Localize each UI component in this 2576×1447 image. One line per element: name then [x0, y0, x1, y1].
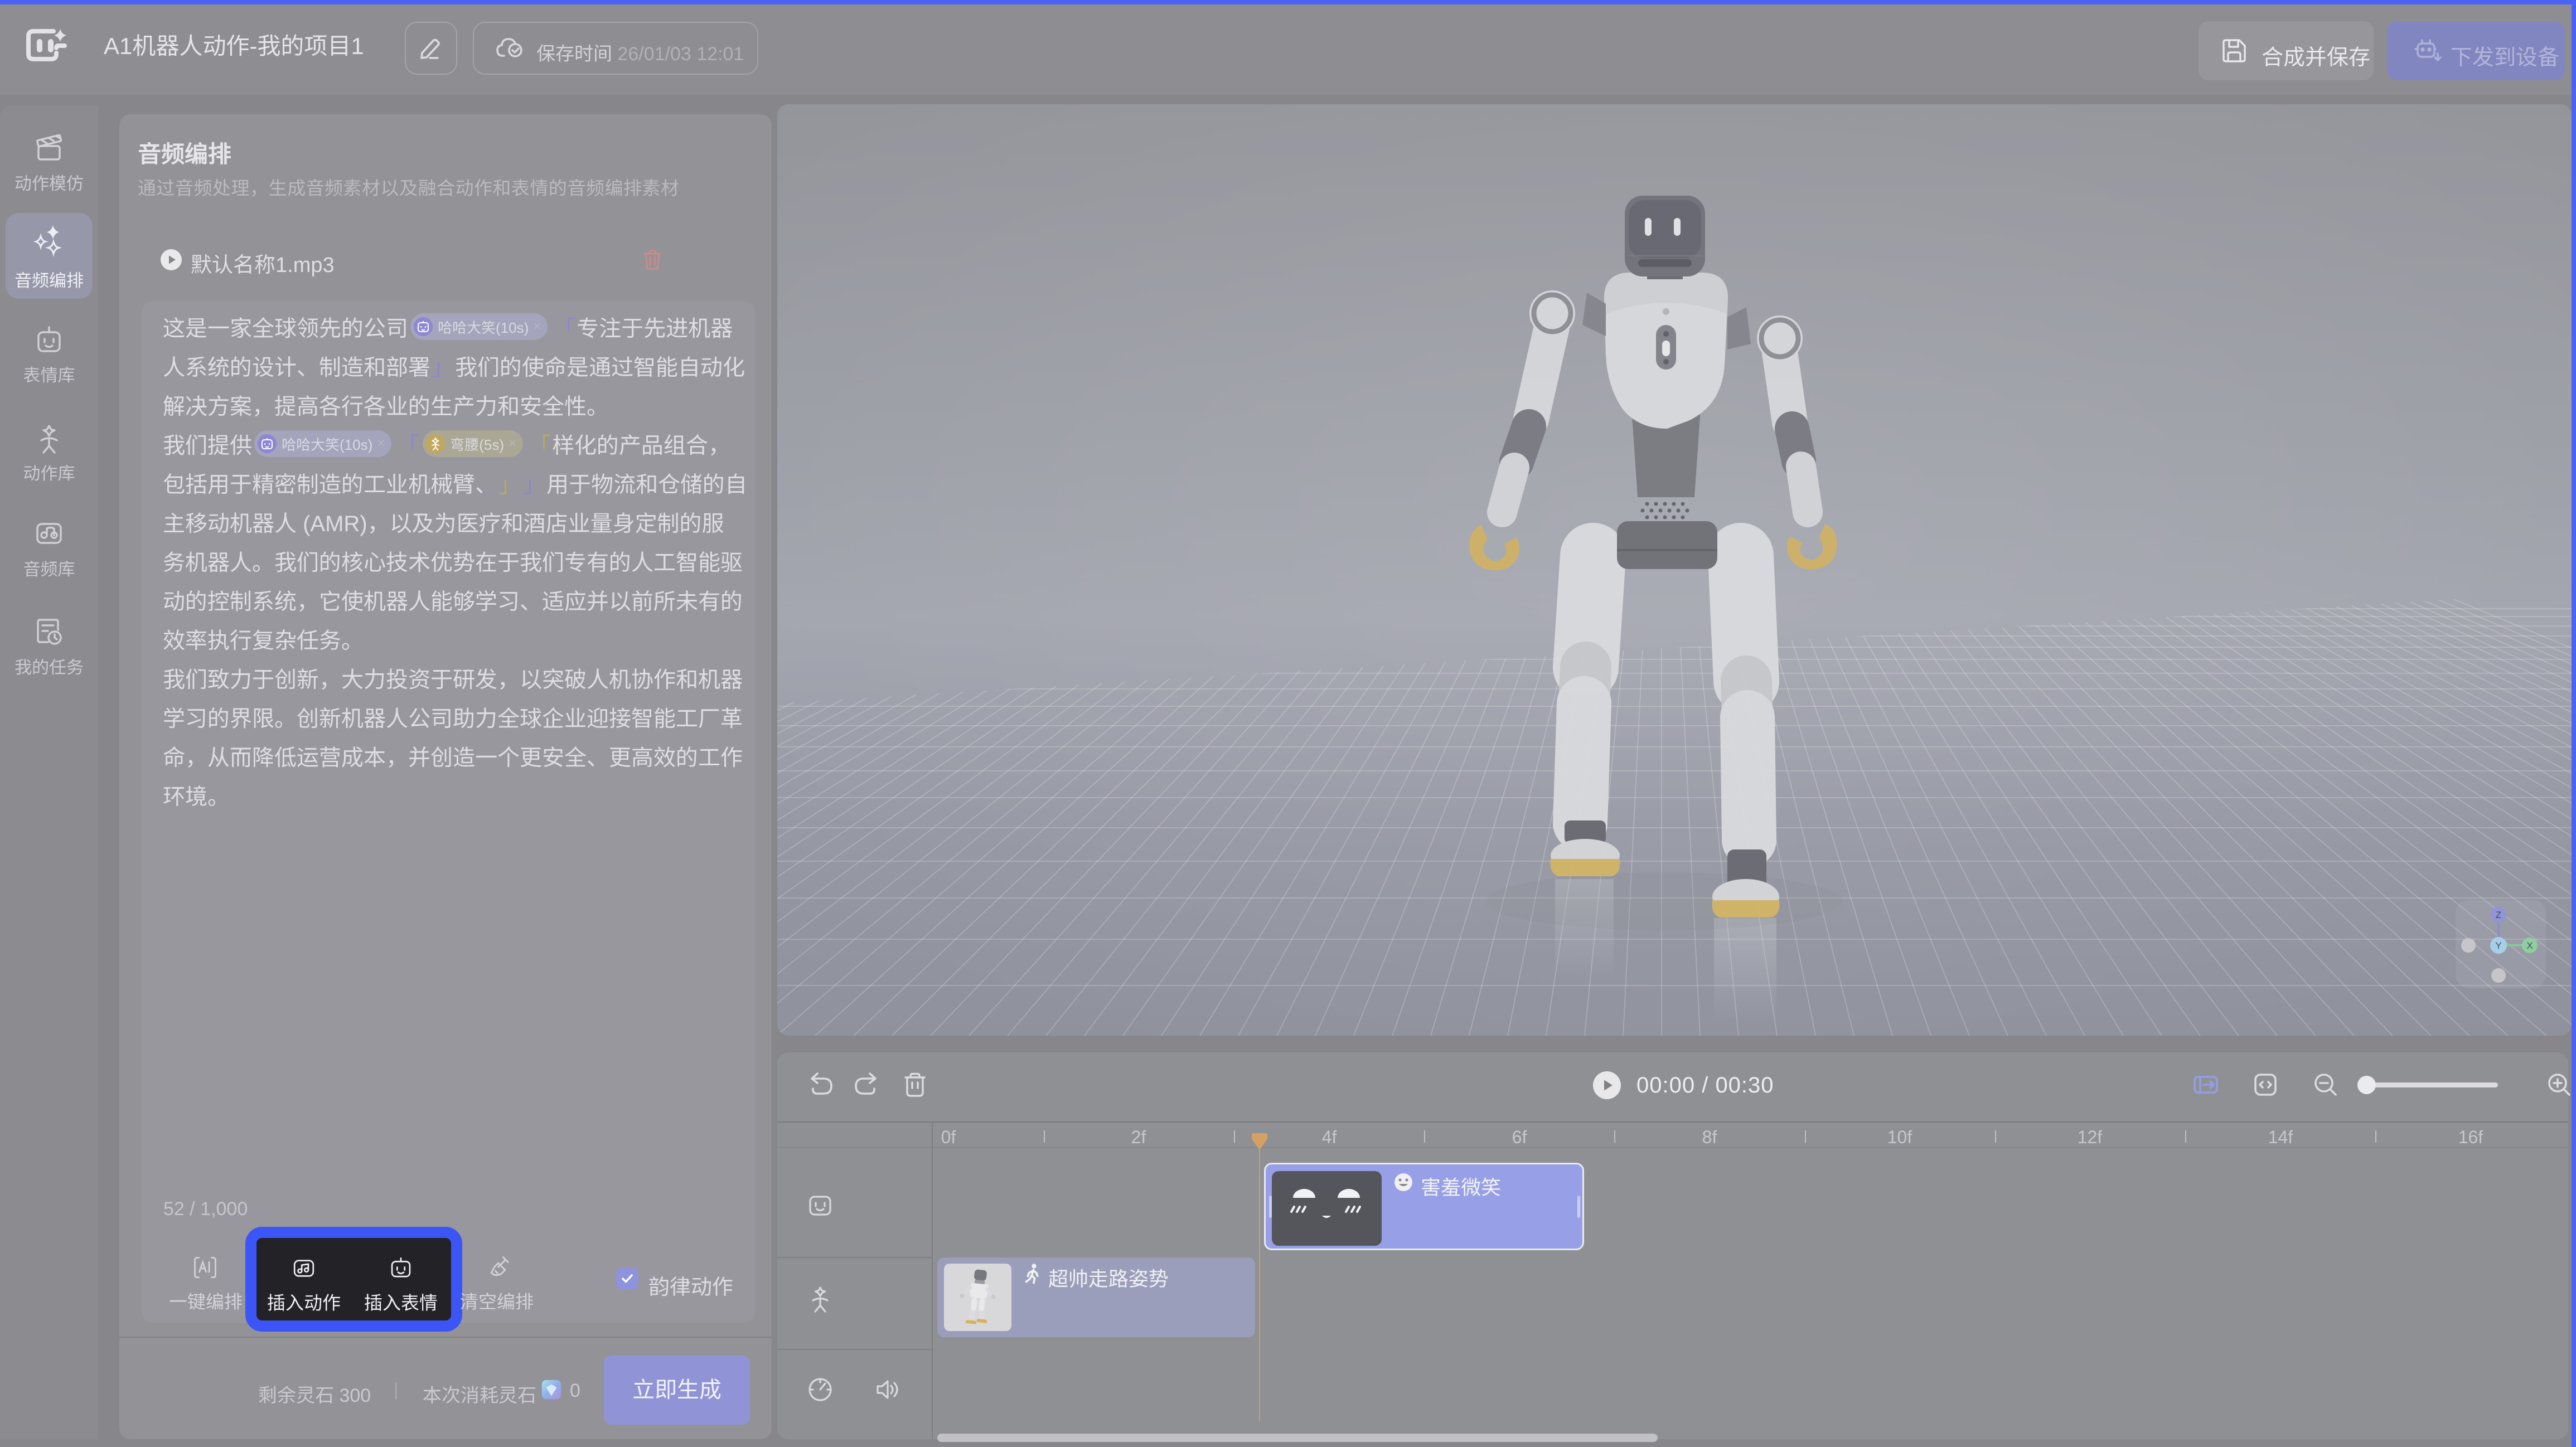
- svg-text:Y: Y: [2495, 940, 2501, 951]
- svg-text:Z: Z: [2496, 910, 2501, 920]
- svg-text:X: X: [2526, 940, 2533, 951]
